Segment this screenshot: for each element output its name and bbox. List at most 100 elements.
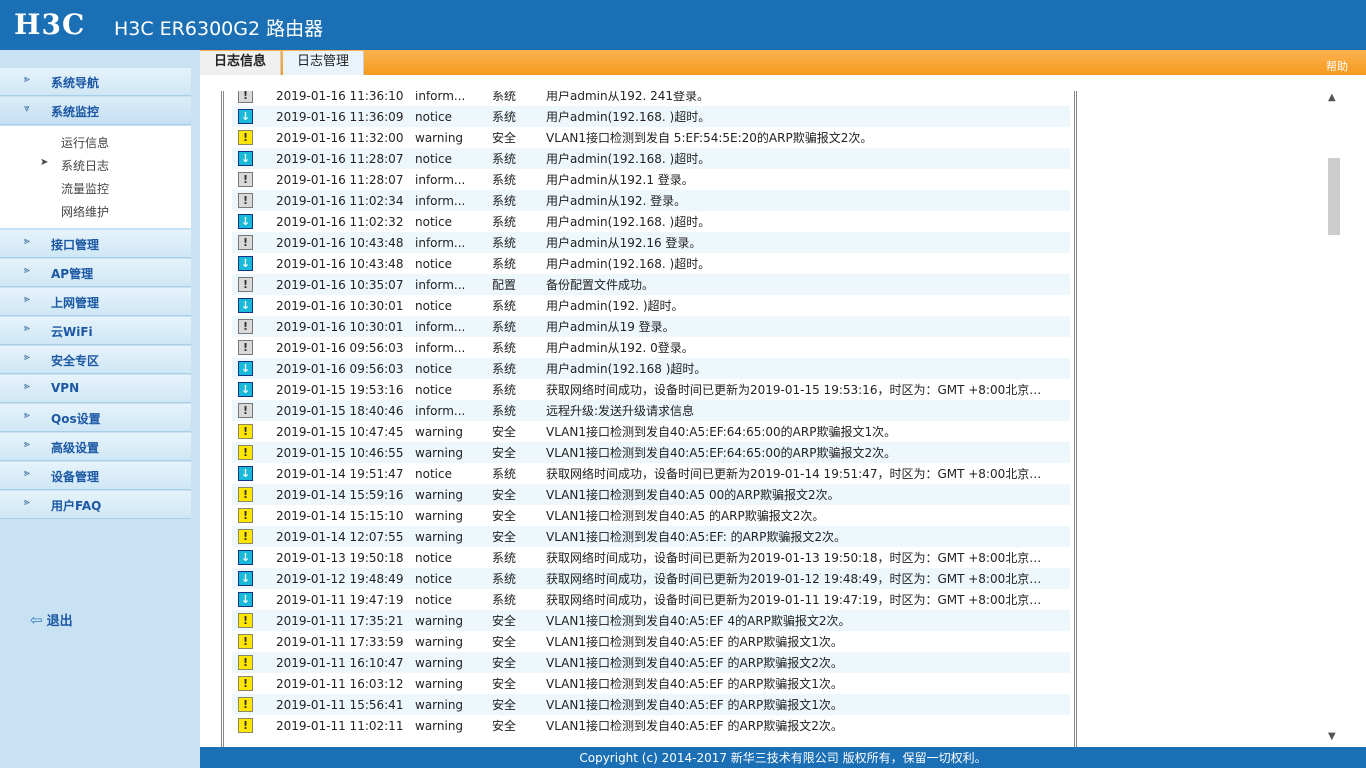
log-row[interactable]: ↓ 2019-01-16 10:30:01 notice 系统 用户admin(192.… <box>232 295 1070 316</box>
log-row[interactable]: ! 2019-01-16 10:43:48 inform... 系统 用户admin从1… <box>232 232 1070 253</box>
log-row[interactable]: ! 2019-01-16 11:36:10 inform... 系统 用户admin从1… <box>232 91 1070 106</box>
log-row[interactable]: ! 2019-01-11 15:56:41 warning 安全 VLAN1接口检测到发… <box>232 694 1070 715</box>
log-level: warning <box>415 445 464 460</box>
log-time: 2019-01-16 09:56:03 <box>276 361 404 376</box>
sidebar-item[interactable]: ⪢ VPN <box>0 375 191 403</box>
log-row[interactable]: ↓ 2019-01-16 09:56:03 notice 系统 用户admin(192.… <box>232 358 1070 379</box>
scroll-up-icon[interactable]: ▲ <box>1328 92 1336 103</box>
sidebar-item[interactable]: ⪢ 安全专区 <box>0 346 191 374</box>
submenu-item-run-info[interactable]: 运行信息 <box>0 130 191 153</box>
log-list[interactable]: ! 2019-01-16 11:36:10 inform... 系统 用户admin从1… <box>221 91 1077 747</box>
submenu-item-traffic-monitor[interactable]: 流量监控 <box>0 176 191 199</box>
log-row[interactable]: ↓ 2019-01-16 11:36:09 notice 系统 用户admin(192.… <box>232 106 1070 127</box>
log-row[interactable]: ! 2019-01-14 15:59:16 warning 安全 VLAN1接口检测到发… <box>232 484 1070 505</box>
sidebar-item-label: 系统导航 <box>51 76 100 90</box>
sidebar-item[interactable]: ⪢ 用户FAQ <box>0 491 191 519</box>
log-row[interactable]: ! 2019-01-11 17:35:21 warning 安全 VLAN1接口检测到发… <box>232 610 1070 631</box>
log-row[interactable]: ↓ 2019-01-16 10:43:48 notice 系统 用户admin(192.… <box>232 253 1070 274</box>
log-row[interactable]: ! 2019-01-11 17:33:59 warning 安全 VLAN1接口检测到发… <box>232 631 1070 652</box>
log-time: 2019-01-11 17:33:59 <box>276 634 404 649</box>
scroll-down-icon[interactable]: ▼ <box>1328 731 1336 742</box>
log-row[interactable]: ! 2019-01-15 10:47:45 warning 安全 VLAN1接口检测到发… <box>232 421 1070 442</box>
log-row[interactable]: ! 2019-01-14 15:15:10 warning 安全 VLAN1接口检测到发… <box>232 505 1070 526</box>
log-type: 安全 <box>492 488 517 502</box>
log-row[interactable]: ! 2019-01-11 16:10:47 warning 安全 VLAN1接口检测到发… <box>232 652 1070 673</box>
log-type: 系统 <box>492 383 517 397</box>
log-row[interactable]: ! 2019-01-15 18:40:46 inform... 系统 远程升级:发送升级… <box>232 400 1070 421</box>
warning-icon: ! <box>238 445 253 460</box>
log-level-icon-cell: ! <box>232 400 276 421</box>
log-row[interactable]: ! 2019-01-16 10:30:01 inform... 系统 用户admin从1… <box>232 316 1070 337</box>
log-level: notice <box>415 592 452 607</box>
chevron-icon: ⪢ <box>24 323 30 334</box>
logout-label: 退出 <box>46 614 73 629</box>
sidebar-item[interactable]: ⪢ 设备管理 <box>0 462 191 490</box>
log-level: warning <box>415 130 464 145</box>
log-message: VLAN1接口检测到发自40:A5 00的ARP欺骗报文2次。 <box>546 488 840 502</box>
log-row[interactable]: ↓ 2019-01-13 19:50:18 notice 系统 获取网络时间成功，设备时… <box>232 547 1070 568</box>
log-row[interactable]: ↓ 2019-01-12 19:48:49 notice 系统 获取网络时间成功，设备时… <box>232 568 1070 589</box>
log-level: warning <box>415 634 464 649</box>
log-message: 用户admin从192. 241登录。 <box>546 91 710 103</box>
log-row[interactable]: ↓ 2019-01-16 11:28:07 notice 系统 用户admin(192.… <box>232 148 1070 169</box>
log-message: 获取网络时间成功，设备时间已更新为2019-01-13 19:50:18，时区为… <box>546 551 1042 565</box>
log-row[interactable]: ↓ 2019-01-11 19:47:19 notice 系统 获取网络时间成功，设备时… <box>232 589 1070 610</box>
log-row[interactable]: ↓ 2019-01-16 11:02:32 notice 系统 用户admin(192.… <box>232 211 1070 232</box>
log-time: 2019-01-16 09:56:03 <box>276 340 404 355</box>
notice-icon: ↓ <box>238 151 253 166</box>
sidebar-item[interactable]: ⪢ AP管理 <box>0 259 191 287</box>
log-time: 2019-01-16 10:43:48 <box>276 235 404 250</box>
sidebar-item-system-monitor[interactable]: ⩔ 系统监控 <box>0 97 191 125</box>
tab-log-info[interactable]: 日志信息 <box>200 51 282 75</box>
log-level: notice <box>415 382 452 397</box>
log-level: warning <box>415 424 464 439</box>
scrollbar[interactable]: ▲ ▼ <box>1326 92 1340 742</box>
log-level-icon-cell: ! <box>232 652 276 673</box>
info-icon: ! <box>238 403 253 418</box>
log-type: 安全 <box>492 719 517 733</box>
log-row[interactable]: ↓ 2019-01-15 19:53:16 notice 系统 获取网络时间成功，设备时… <box>232 379 1070 400</box>
warning-icon: ! <box>238 676 253 691</box>
log-row[interactable]: ! 2019-01-14 12:07:55 warning 安全 VLAN1接口检测到发… <box>232 526 1070 547</box>
submenu-item-system-log[interactable]: ➤ 系统日志 <box>0 153 191 176</box>
log-row[interactable]: ! 2019-01-16 11:02:34 inform... 系统 用户admin从1… <box>232 190 1070 211</box>
scrollbar-thumb[interactable] <box>1328 158 1340 235</box>
log-time: 2019-01-16 11:02:32 <box>276 214 404 229</box>
log-time: 2019-01-14 15:59:16 <box>276 487 404 502</box>
log-level: notice <box>415 298 452 313</box>
log-level-icon-cell: ! <box>232 190 276 211</box>
info-icon: ! <box>238 340 253 355</box>
log-level-icon-cell: ! <box>232 127 276 148</box>
log-row[interactable]: ! 2019-01-15 10:46:55 warning 安全 VLAN1接口检测到发… <box>232 442 1070 463</box>
log-level-icon-cell: ! <box>232 337 276 358</box>
notice-icon: ↓ <box>238 550 253 565</box>
log-time: 2019-01-15 19:53:16 <box>276 382 404 397</box>
sidebar-item[interactable]: ⪢ 接口管理 <box>0 230 191 258</box>
sidebar-item[interactable]: ⪢ 上网管理 <box>0 288 191 316</box>
log-message: 用户admin(192.168. )超时。 <box>546 110 711 124</box>
log-level-icon-cell: ! <box>232 169 276 190</box>
log-row[interactable]: ! 2019-01-11 16:03:12 warning 安全 VLAN1接口检测到发… <box>232 673 1070 694</box>
logout-button[interactable]: ⇦ 退出 <box>30 610 73 629</box>
log-row[interactable]: ! 2019-01-11 11:02:11 warning 安全 VLAN1接口检测到发… <box>232 715 1070 736</box>
log-message: VLAN1接口检测到发自40:A5:EF: 的ARP欺骗报文2次。 <box>546 530 847 544</box>
sidebar-item[interactable]: ⪢ 云WiFi <box>0 317 191 345</box>
log-level-icon-cell: ↓ <box>232 568 276 589</box>
log-message: VLAN1接口检测到发自40:A5:EF:64:65:00的ARP欺骗报文2次。 <box>546 446 897 460</box>
submenu-item-network-maintenance[interactable]: 网络维护 <box>0 199 191 222</box>
log-level: notice <box>415 361 452 376</box>
sidebar-item[interactable]: ⪢ Qos设置 <box>0 404 191 432</box>
sidebar-item[interactable]: ⪢ 高级设置 <box>0 433 191 461</box>
log-row[interactable]: ! 2019-01-16 11:32:00 warning 安全 VLAN1接口检测到发… <box>232 127 1070 148</box>
log-level: inform... <box>415 193 466 208</box>
sidebar-item-system-nav[interactable]: ⪢ 系统导航 <box>0 68 191 96</box>
log-row[interactable]: ! 2019-01-16 10:35:07 inform... 配置 备份配置文件成功。 <box>232 274 1070 295</box>
chevron-icon: ⪢ <box>24 352 30 363</box>
info-icon: ! <box>238 277 253 292</box>
log-row[interactable]: ↓ 2019-01-14 19:51:47 notice 系统 获取网络时间成功，设备时… <box>232 463 1070 484</box>
log-message: 用户admin(192.168. )超时。 <box>546 152 711 166</box>
log-row[interactable]: ! 2019-01-16 11:28:07 inform... 系统 用户admin从1… <box>232 169 1070 190</box>
log-row[interactable]: ! 2019-01-16 09:56:03 inform... 系统 用户admin从1… <box>232 337 1070 358</box>
help-link[interactable]: 帮助 <box>1326 58 1348 74</box>
tab-log-management[interactable]: 日志管理 <box>283 51 365 75</box>
